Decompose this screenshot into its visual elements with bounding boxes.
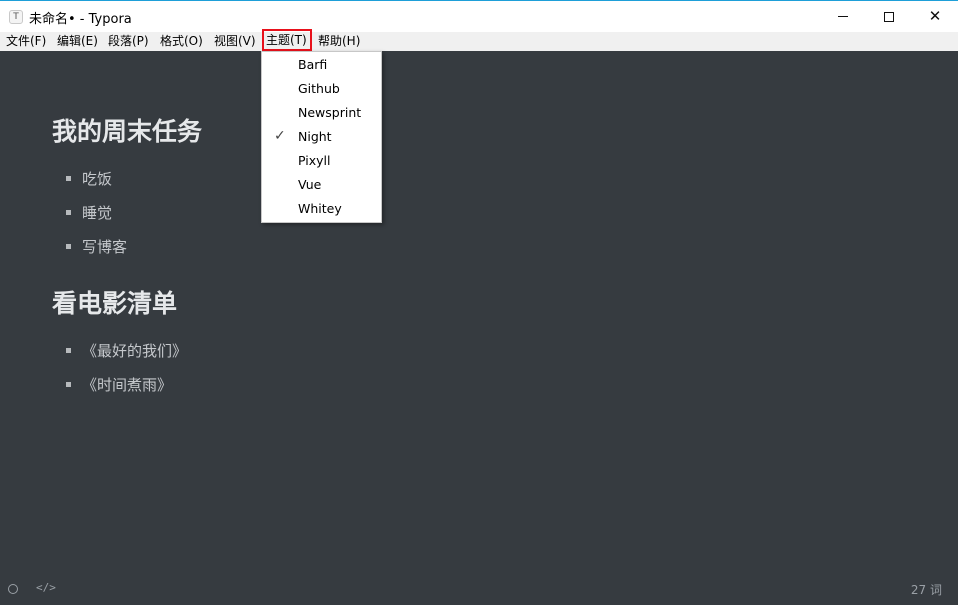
menu-format[interactable]: 格式(O) xyxy=(160,33,203,50)
theme-item-pixyll[interactable]: Pixyll xyxy=(262,149,381,173)
maximize-button[interactable] xyxy=(866,1,912,32)
menu-theme[interactable]: 主题(T) xyxy=(262,29,312,51)
theme-item-label: Newsprint xyxy=(298,105,362,120)
list-item[interactable]: 《时间煮雨》 xyxy=(82,374,172,395)
outline-toggle-icon[interactable] xyxy=(8,584,18,594)
checkmark-icon: ✓ xyxy=(274,128,286,144)
theme-item-newsprint[interactable]: Newsprint xyxy=(262,101,381,125)
menu-file[interactable]: 文件(F) xyxy=(6,33,46,50)
menu-edit[interactable]: 编辑(E) xyxy=(57,33,98,50)
list-bullet xyxy=(66,210,71,215)
list-item[interactable]: 《最好的我们》 xyxy=(82,340,187,361)
close-icon: ✕ xyxy=(928,7,942,25)
word-count[interactable]: 27 词 xyxy=(911,581,942,598)
theme-item-night[interactable]: ✓ Night xyxy=(262,125,381,149)
title-bar: T 未命名• - Typora ✕ xyxy=(0,0,958,32)
menu-view[interactable]: 视图(V) xyxy=(214,33,256,50)
heading-movie-list[interactable]: 看电影清单 xyxy=(52,284,177,320)
theme-item-github[interactable]: Github xyxy=(262,77,381,101)
theme-item-barfi[interactable]: Barfi xyxy=(262,53,381,77)
list-bullet xyxy=(66,176,71,181)
minimize-button[interactable] xyxy=(820,1,866,32)
theme-dropdown-menu: Barfi Github Newsprint ✓ Night Pixyll Vu… xyxy=(261,51,382,223)
menu-help[interactable]: 帮助(H) xyxy=(318,33,360,50)
close-button[interactable]: ✕ xyxy=(912,1,958,32)
list-item[interactable]: 睡觉 xyxy=(82,202,112,223)
heading-weekend-tasks[interactable]: 我的周末任务 xyxy=(52,112,202,148)
theme-item-label: Pixyll xyxy=(298,153,331,168)
menu-paragraph[interactable]: 段落(P) xyxy=(108,33,149,50)
theme-item-label: Whitey xyxy=(298,201,342,216)
theme-item-label: Night xyxy=(298,129,332,144)
list-bullet xyxy=(66,348,71,353)
source-code-mode-icon[interactable]: </> xyxy=(36,581,56,594)
theme-item-whitey[interactable]: Whitey xyxy=(262,197,381,221)
theme-item-label: Barfi xyxy=(298,57,328,72)
list-bullet xyxy=(66,244,71,249)
list-bullet xyxy=(66,382,71,387)
theme-item-label: Github xyxy=(298,81,340,96)
theme-item-vue[interactable]: Vue xyxy=(262,173,381,197)
menu-bar: 文件(F) 编辑(E) 段落(P) 格式(O) 视图(V) 主题(T) 帮助(H… xyxy=(0,29,958,51)
minimize-icon xyxy=(838,16,848,17)
maximize-icon xyxy=(884,11,894,22)
list-item[interactable]: 写博客 xyxy=(82,236,127,257)
list-item[interactable]: 吃饭 xyxy=(82,168,112,189)
typora-app-icon: T xyxy=(9,10,23,24)
theme-item-label: Vue xyxy=(298,177,322,192)
window-title: 未命名• - Typora xyxy=(29,12,132,27)
